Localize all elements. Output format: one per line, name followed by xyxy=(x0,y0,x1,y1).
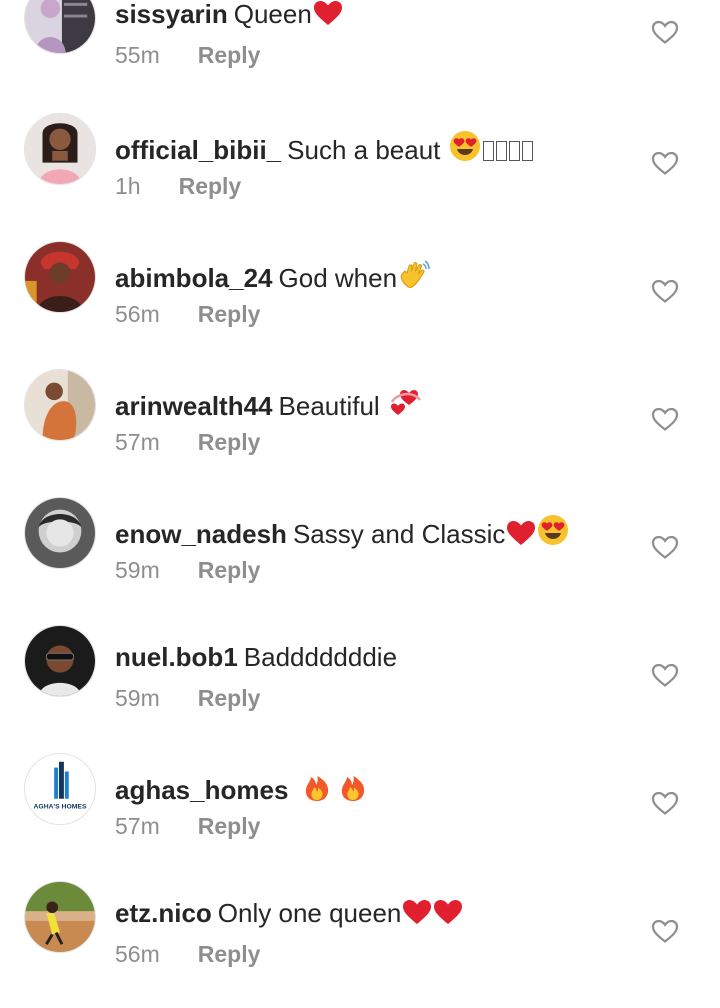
comment-username[interactable]: official_bibii_ xyxy=(115,135,281,165)
like-heart-icon[interactable] xyxy=(651,790,679,816)
red-heart-icon xyxy=(402,899,432,925)
missing-glyph-icon xyxy=(482,141,494,161)
comment-item: AGHA'S HOMES aghas_homes 57m Reply xyxy=(0,752,720,880)
waving-hand-icon xyxy=(398,258,430,290)
reply-button[interactable]: Reply xyxy=(198,684,261,712)
comment-username[interactable]: etz.nico xyxy=(115,898,212,928)
avatar[interactable] xyxy=(24,113,96,185)
comment-item: nuel.bob1 Badddddddie 59m Reply xyxy=(0,624,720,752)
comment-username[interactable]: abimbola_24 xyxy=(115,263,273,293)
comment-time: 55m xyxy=(115,42,160,68)
like-heart-icon[interactable] xyxy=(651,278,679,304)
reply-button[interactable]: Reply xyxy=(198,41,261,69)
like-heart-icon[interactable] xyxy=(651,662,679,688)
like-heart-icon[interactable] xyxy=(651,406,679,432)
comment-username[interactable]: nuel.bob1 xyxy=(115,642,238,672)
comment-time: 57m xyxy=(115,429,160,455)
comment-time: 59m xyxy=(115,557,160,583)
comment-item: arinwealth44 Beautiful 57m Reply xyxy=(0,368,720,496)
missing-glyph-icon xyxy=(495,141,507,161)
comment-item: abimbola_24 God when 56m Reply xyxy=(0,240,720,368)
heart-eyes-icon xyxy=(537,514,569,546)
red-heart-icon xyxy=(433,899,463,925)
reply-button[interactable]: Reply xyxy=(198,300,261,328)
comment-username[interactable]: aghas_homes xyxy=(115,775,288,805)
avatar[interactable] xyxy=(24,369,96,441)
heart-eyes-icon xyxy=(449,130,481,162)
like-heart-icon[interactable] xyxy=(651,918,679,944)
comment-username[interactable]: sissyarin xyxy=(115,0,228,29)
like-heart-icon[interactable] xyxy=(651,150,679,176)
comment-text: Only one queen xyxy=(217,898,402,928)
reply-button[interactable]: Reply xyxy=(179,172,242,200)
reply-button[interactable]: Reply xyxy=(198,428,261,456)
reply-button[interactable]: Reply xyxy=(198,812,261,840)
comment-username[interactable]: enow_nadesh xyxy=(115,519,287,549)
comment-time: 59m xyxy=(115,685,160,711)
like-heart-icon[interactable] xyxy=(651,534,679,560)
comment-item: official_bibii_ Such a beaut 1h Reply xyxy=(0,112,720,240)
red-heart-icon xyxy=(313,0,343,26)
reply-button[interactable]: Reply xyxy=(198,940,261,968)
revolving-hearts-icon xyxy=(388,386,422,418)
avatar[interactable] xyxy=(24,625,96,697)
reply-button[interactable]: Reply xyxy=(198,556,261,584)
logo-text: AGHA'S HOMES xyxy=(34,803,87,810)
comment-time: 56m xyxy=(115,941,160,967)
comment-time: 56m xyxy=(115,301,160,327)
comment-username[interactable]: arinwealth44 xyxy=(115,391,273,421)
avatar[interactable] xyxy=(24,241,96,313)
avatar[interactable] xyxy=(24,881,96,953)
fire-icon xyxy=(303,770,331,802)
comment-item: enow_nadesh Sassy and Classic 59m Reply xyxy=(0,496,720,624)
comment-item: sissyarin Queen 55m Reply xyxy=(0,0,720,109)
comment-text: God when xyxy=(278,263,398,293)
fire-icon xyxy=(339,770,367,802)
comment-text: Such a beaut xyxy=(287,135,441,165)
avatar[interactable] xyxy=(24,0,96,54)
like-heart-icon[interactable] xyxy=(651,19,679,45)
comment-text: Badddddddie xyxy=(243,642,398,672)
comment-text: Queen xyxy=(233,0,312,29)
comment-text: Sassy and Classic xyxy=(292,519,506,549)
comment-item: etz.nico Only one queen 56m Reply xyxy=(0,880,720,1008)
avatar[interactable]: AGHA'S HOMES xyxy=(24,753,96,825)
comment-time: 1h xyxy=(115,173,141,199)
comment-text: Beautiful xyxy=(278,391,380,421)
comment-time: 57m xyxy=(115,813,160,839)
avatar[interactable] xyxy=(24,497,96,569)
missing-glyph-icon xyxy=(508,141,520,161)
missing-glyph-icon xyxy=(521,141,533,161)
red-heart-icon xyxy=(506,520,536,546)
